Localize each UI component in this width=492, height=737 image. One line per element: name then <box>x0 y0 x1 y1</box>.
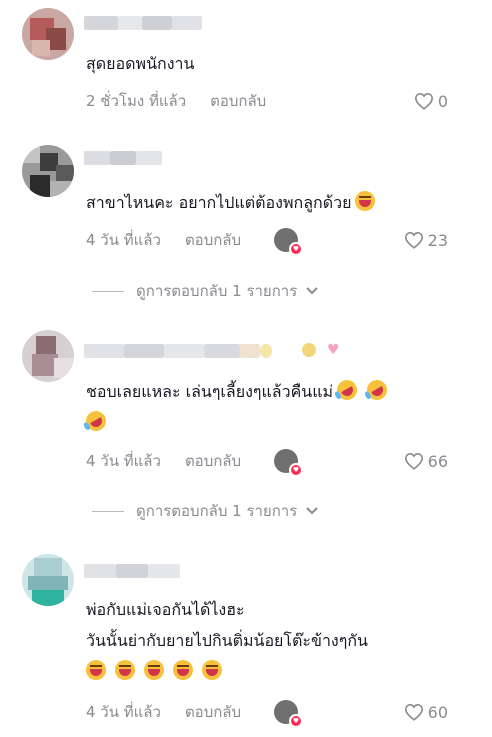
comment-meta: 4 วัน ที่แล้ว ตอบกลับ <box>86 700 241 724</box>
rolling-on-floor-laughing-icon <box>82 407 110 435</box>
like-count: 0 <box>437 91 448 111</box>
comment-item: สุดยอดพนักงาน 2 ชั่วโมง ที่แล้ว ตอบกลับ … <box>0 0 492 125</box>
rolling-on-floor-laughing-icon <box>363 376 391 404</box>
username-blurred[interactable] <box>84 151 162 165</box>
comment-text-line-2 <box>82 407 110 438</box>
username-blurred[interactable] <box>84 344 296 358</box>
divider-line <box>92 290 124 292</box>
grinning-squinting-face-icon <box>355 191 376 211</box>
creator-liked-avatar: ♥ <box>274 449 303 477</box>
view-replies-label: ดูการตอบกลับ 1 รายการ <box>136 282 298 300</box>
reply-button[interactable]: ตอบกลับ <box>185 228 241 252</box>
reply-button[interactable]: ตอบกลับ <box>210 89 266 113</box>
grinning-squinting-face-icon <box>86 660 106 680</box>
emoji-row <box>86 656 222 687</box>
comment-item: พ่อกับแม่เจอกันได้ไงฮะ วันนั้นย่ากับยายไ… <box>0 540 492 737</box>
heart-icon <box>414 92 433 110</box>
grinning-squinting-face-icon <box>173 660 193 680</box>
heart-icon <box>404 452 423 470</box>
grinning-squinting-face-icon <box>202 660 222 680</box>
view-replies-button[interactable]: ดูการตอบกลับ 1 รายการ <box>92 499 319 523</box>
comment-text: สุดยอดพนักงาน <box>86 48 194 79</box>
pink-heart-icon: ♥ <box>327 342 340 358</box>
like-button[interactable]: 66 <box>404 449 448 473</box>
like-count: 60 <box>427 702 448 722</box>
like-button[interactable]: 0 <box>414 89 448 113</box>
view-replies-label: ดูการตอบกลับ 1 รายการ <box>136 502 298 520</box>
avatar[interactable] <box>22 8 74 60</box>
heart-badge-icon: ♥ <box>289 463 303 477</box>
moon-icon <box>302 343 316 357</box>
comment-text-line: วันนั้นย่ากับยายไปกินติ่มน้อยโต๊ะข้างๆกั… <box>86 631 368 650</box>
comment-text-line: ชอบเลยแหละ เล่นๆเลี้ยงๆแล้วคืนแม่ <box>86 382 334 401</box>
comment-meta: 4 วัน ที่แล้ว ตอบกลับ <box>86 228 241 252</box>
comment-text: สาขาไหนคะ อยากไปแต่ต้องพกลูกด้วย <box>86 187 376 218</box>
heart-badge-icon: ♥ <box>289 714 303 728</box>
comment-time: 4 วัน ที่แล้ว <box>86 703 161 721</box>
divider-line <box>92 510 124 512</box>
avatar[interactable] <box>22 330 74 382</box>
like-count: 66 <box>427 451 448 471</box>
comment-text: พ่อกับแม่เจอกันได้ไงฮะ <box>86 594 245 625</box>
comment-time: 4 วัน ที่แล้ว <box>86 231 161 249</box>
like-button[interactable]: 23 <box>404 228 448 252</box>
reply-button[interactable]: ตอบกลับ <box>185 700 241 724</box>
like-button[interactable]: 60 <box>404 700 448 724</box>
comment-text-line: สุดยอดพนักงาน <box>86 54 195 73</box>
creator-liked-avatar: ♥ <box>274 228 303 256</box>
comment-item: สาขาไหนคะ อยากไปแต่ต้องพกลูกด้วย 4 วัน ท… <box>0 125 492 320</box>
comment-time: 4 วัน ที่แล้ว <box>86 452 161 470</box>
username-blurred[interactable] <box>84 564 180 578</box>
chevron-down-icon <box>306 287 318 295</box>
heart-icon <box>404 703 423 721</box>
grinning-squinting-face-icon <box>115 660 135 680</box>
like-count: 23 <box>427 230 448 250</box>
comment-item: ♥ ชอบเลยแหละ เล่นๆเลี้ยงๆแล้วคืนแม่ 4 วั… <box>0 320 492 540</box>
comment-time: 2 ชั่วโมง ที่แล้ว <box>86 92 187 110</box>
avatar[interactable] <box>22 554 74 606</box>
view-replies-button[interactable]: ดูการตอบกลับ 1 รายการ <box>92 279 319 303</box>
comment-text-line: พ่อกับแม่เจอกันได้ไงฮะ <box>86 600 245 619</box>
comment-text: วันนั้นย่ากับยายไปกินติ่มน้อยโต๊ะข้างๆกั… <box>86 625 368 656</box>
avatar[interactable] <box>22 145 74 197</box>
chevron-down-icon <box>306 507 318 515</box>
comment-meta: 2 ชั่วโมง ที่แล้ว ตอบกลับ <box>86 89 266 113</box>
grinning-squinting-face-icon <box>144 660 164 680</box>
comment-text: ชอบเลยแหละ เล่นๆเลี้ยงๆแล้วคืนแม่ <box>86 376 391 407</box>
heart-icon <box>404 231 423 249</box>
rolling-on-floor-laughing-icon <box>333 376 361 404</box>
creator-liked-avatar: ♥ <box>274 700 303 728</box>
username-blurred[interactable] <box>84 16 202 30</box>
comment-meta: 4 วัน ที่แล้ว ตอบกลับ <box>86 449 241 473</box>
heart-badge-icon: ♥ <box>289 242 303 256</box>
comment-text-line: สาขาไหนคะ อยากไปแต่ต้องพกลูกด้วย <box>86 193 352 212</box>
reply-button[interactable]: ตอบกลับ <box>185 449 241 473</box>
